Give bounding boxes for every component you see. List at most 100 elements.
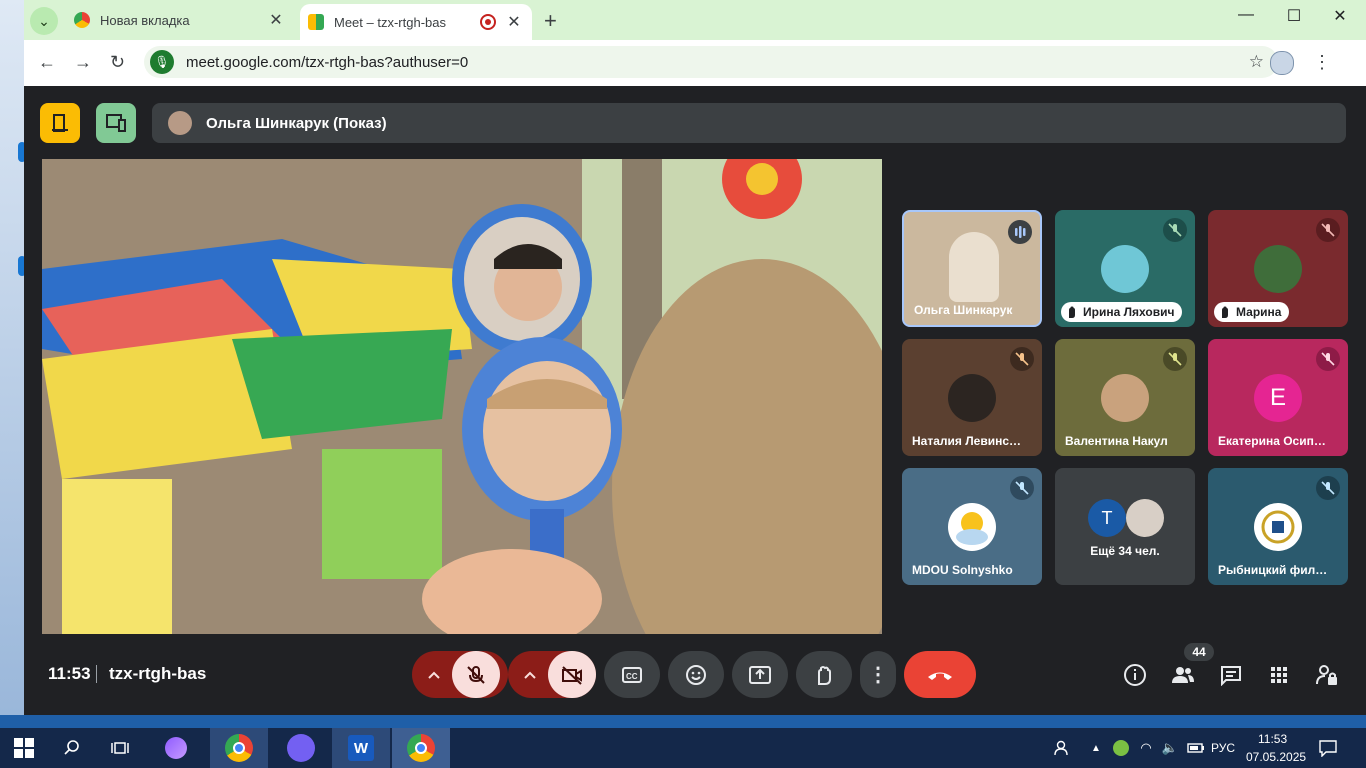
tray-app-icon[interactable] [1110,728,1132,768]
participant-avatar [1254,245,1302,293]
present-screen-icon [749,665,771,684]
clock-time[interactable]: 11:53 [1258,732,1287,746]
forward-icon[interactable]: → [74,52,92,73]
tab-new-tab[interactable]: Новая вкладка ✕ [66,0,294,40]
more-options-button[interactable]: ⋮ [860,651,896,698]
start-button[interactable] [0,728,48,768]
activities-button[interactable] [1266,662,1292,688]
captions-button[interactable]: CC [604,651,660,698]
lock-person-icon [1316,665,1337,685]
chat-button[interactable] [1218,662,1244,688]
meeting-info-button[interactable] [1122,662,1148,688]
close-tab-icon[interactable]: ✕ [504,12,524,32]
present-screen-button[interactable] [96,103,136,143]
microphone-toggle-button[interactable] [452,651,500,698]
more-vert-icon: ⋮ [868,664,888,686]
leave-call-button[interactable] [904,651,976,698]
wifi-icon[interactable]: ◠ [1134,728,1158,768]
taskbar: W ▲ ◠ 🔈 РУС 11:53 07.05.2025 [0,728,1366,768]
hand-raised-badge: Марина [1214,302,1290,322]
participant-tile[interactable]: Марина [1208,210,1348,327]
close-tab-icon[interactable]: ✕ [266,10,286,30]
taskbar-word[interactable]: W [332,728,390,768]
search-icon [64,740,79,755]
menu-kebab-icon[interactable]: ⋮ [1313,52,1331,73]
chat-icon [1221,666,1241,686]
raise-hand-button[interactable] [796,651,852,698]
participant-avatar [1101,374,1149,422]
browser-toolbar: ← → ↻ 🎙 meet.google.com/tzx-rtgh-bas?aut… [24,40,1366,86]
participant-tile[interactable]: Валентина Накул [1055,339,1195,456]
reload-icon[interactable]: ↻ [110,52,125,73]
clock-date[interactable]: 07.05.2025 [1246,750,1306,764]
people-icon [1172,667,1194,683]
mic-off-icon [1316,347,1340,371]
notification-icon [1319,740,1337,757]
participant-tile[interactable]: Ольга Шинкарук [902,210,1042,327]
address-bar[interactable]: 🎙 meet.google.com/tzx-rtgh-bas?authuser=… [144,46,1278,78]
profile-avatar[interactable] [1270,51,1294,75]
participant-tile[interactable]: Наталия Левинс… [902,339,1042,456]
host-controls-button[interactable] [1314,662,1340,688]
mic-off-icon [1316,218,1340,242]
participant-name: Ольга Шинкарук [914,303,1013,317]
participant-video [949,232,999,302]
back-icon[interactable]: ← [38,52,56,73]
participant-tile[interactable]: MDOU Solnyshko [902,468,1042,585]
hand-icon [818,665,831,685]
search-button[interactable] [52,728,92,768]
taskbar-viber[interactable] [272,728,330,768]
apps-grid-icon [1271,667,1287,683]
chevron-up-icon [428,671,440,679]
hand-icon [1069,306,1075,318]
task-view-button[interactable] [100,728,140,768]
tab-meet[interactable]: Meet – tzx-rtgh-bas ✕ [300,4,532,40]
presentation-video [42,159,882,634]
alice-assistant-button[interactable] [156,728,196,768]
audio-options-button[interactable] [412,651,456,698]
end-call-icon [928,672,952,680]
taskbar-chrome-active[interactable] [392,728,450,768]
battery-icon[interactable] [1184,728,1208,768]
video-options-button[interactable] [508,651,552,698]
people-button[interactable] [1170,662,1196,688]
show-hidden-icons-button[interactable]: ▲ [1086,728,1106,768]
mic-off-icon [1010,347,1034,371]
notifications-button[interactable] [1310,728,1346,768]
maximize-button[interactable]: ☐ [1274,6,1314,26]
people-tray-icon[interactable] [1048,728,1076,768]
participant-name: Ирина Ляхович [1083,305,1175,319]
volume-icon[interactable]: 🔈 [1158,728,1182,768]
minimize-button[interactable]: — [1226,6,1266,24]
bookmark-star-icon[interactable]: ☆ [1249,52,1264,72]
meeting-details-button[interactable] [40,103,80,143]
tab-search-button[interactable]: ⌄ [30,7,58,35]
participant-name: Марина [1236,305,1282,319]
tab-title: Meet – tzx-rtgh-bas [334,14,446,30]
input-language[interactable]: РУС [1211,741,1235,755]
participant-name: MDOU Solnyshko [912,563,1013,577]
participant-tile[interactable]: Ирина Ляхович [1055,210,1195,327]
emoji-reactions-button[interactable] [668,651,724,698]
emblem-logo-avatar [1254,503,1302,551]
participant-name: Рыбницкий фил… [1218,563,1328,577]
chrome-icon [74,12,90,28]
camera-toggle-button[interactable] [548,651,596,698]
new-tab-button[interactable]: + [544,8,557,34]
participant-name: Валентина Накул [1065,434,1168,448]
microphone-in-use-icon[interactable]: 🎙 [150,50,174,74]
taskbar-chrome[interactable] [210,728,268,768]
task-view-icon [111,742,129,754]
captions-icon: CC [622,666,642,683]
present-now-button[interactable] [732,651,788,698]
windows-logo-icon [14,738,34,758]
mic-off-icon [1163,218,1187,242]
participant-tile[interactable]: Рыбницкий фил… [1208,468,1348,585]
emoji-icon [686,664,706,685]
more-participants-tile[interactable]: T Ещё 34 чел. [1055,468,1195,585]
participant-tile[interactable]: E Екатерина Осип… [1208,339,1348,456]
participant-avatar [1101,245,1149,293]
close-window-button[interactable]: ✕ [1320,6,1360,26]
video-frame-image [42,159,882,634]
info-icon [1124,664,1146,686]
